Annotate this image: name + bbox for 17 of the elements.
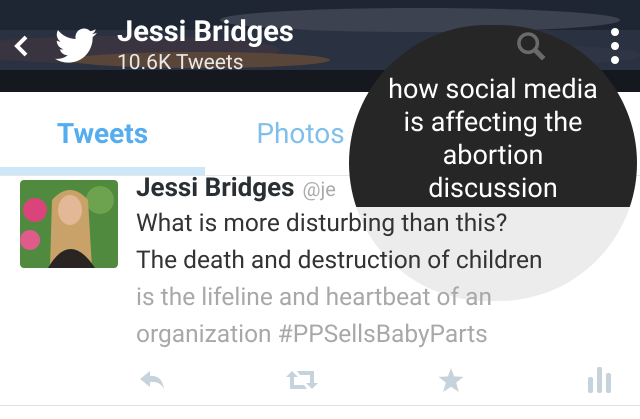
reply-icon[interactable] (138, 369, 166, 391)
stats-icon[interactable] (588, 367, 612, 393)
search-icon[interactable] (514, 29, 548, 63)
more-icon[interactable] (610, 27, 620, 65)
author-name: Jessi Bridges (136, 175, 295, 201)
tweet-text-line: The death and destruction of children (136, 244, 543, 276)
tweet-text-line: What is more disturbing than this? (136, 207, 508, 239)
profile-name: Jessi Bridges (117, 15, 294, 49)
tweet-text-line: organization #PPSellsBabyParts (136, 318, 488, 350)
user-handle: @je (302, 176, 336, 203)
star-icon[interactable] (438, 368, 464, 392)
tab[interactable]: Photos (256, 92, 345, 175)
bird-icon (55, 28, 97, 64)
tweet-count: 10.6K Tweets (117, 50, 245, 77)
retweet-icon[interactable] (286, 369, 318, 391)
tweet-text-line: is the lifeline and heartbeat of an (136, 281, 492, 313)
back-icon[interactable] (13, 34, 29, 58)
